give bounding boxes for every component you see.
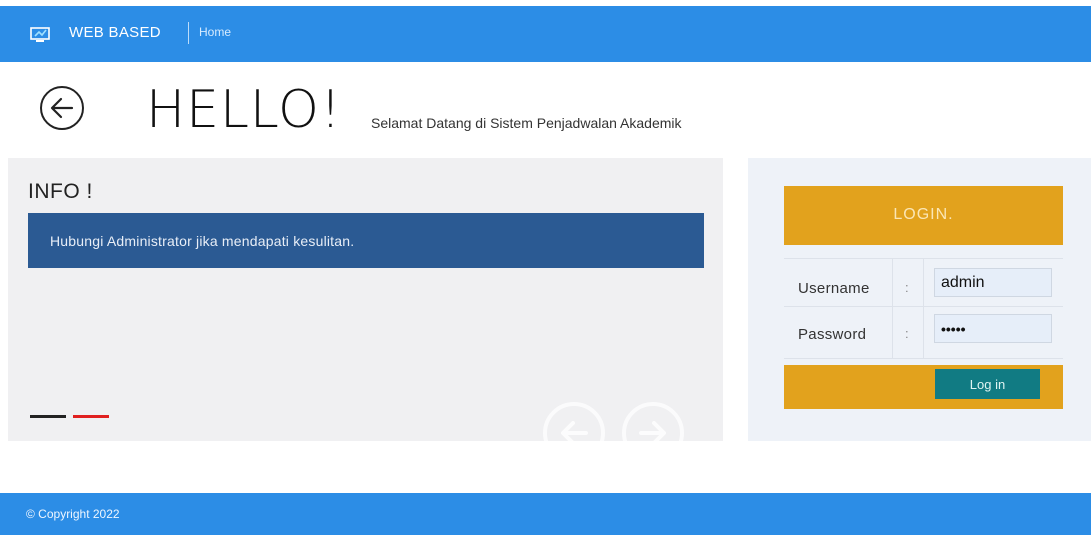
back-arrow-icon[interactable] — [40, 86, 84, 130]
login-button[interactable]: Log in — [935, 369, 1040, 399]
arrow-left-circle-icon[interactable] — [543, 402, 605, 464]
password-colon: : — [905, 326, 909, 341]
username-label: Username — [798, 280, 870, 297]
login-header: LOGIN. — [784, 186, 1063, 245]
password-label: Password — [798, 326, 867, 343]
info-title: INFO ! — [28, 180, 93, 203]
username-value: admin — [941, 274, 985, 291]
page-footer: © Copyright 2022 — [0, 493, 1091, 535]
info-panel: INFO ! Hubungi Administrator jika mendap… — [8, 158, 723, 464]
arrow-right-circle-icon[interactable] — [622, 402, 684, 464]
info-alert: Hubungi Administrator jika mendapati kes… — [28, 213, 704, 268]
col-divider — [892, 258, 893, 358]
nav-divider — [188, 22, 189, 44]
username-colon: : — [905, 280, 909, 295]
col-divider — [923, 258, 924, 358]
carousel-indicator-1[interactable] — [30, 415, 66, 418]
password-field[interactable]: ••••• — [934, 314, 1052, 343]
login-form: Username : admin Password : ••••• — [784, 258, 1063, 359]
page-title: HELLO! — [146, 80, 342, 140]
password-value: ••••• — [941, 321, 966, 337]
copyright-text: © Copyright 2022 — [26, 507, 120, 521]
login-panel: LOGIN. Username : admin Password : •••••… — [748, 158, 1091, 441]
username-field[interactable]: admin — [934, 268, 1052, 297]
row-divider — [784, 358, 1063, 359]
page-subtitle: Selamat Datang di Sistem Penjadwalan Aka… — [371, 115, 682, 131]
carousel-indicator-2[interactable] — [73, 415, 109, 418]
info-alert-text: Hubungi Administrator jika mendapati kes… — [50, 233, 355, 249]
top-navbar: WEB BASED Home — [0, 6, 1091, 62]
login-heading: LOGIN. — [893, 206, 954, 223]
monitor-icon — [30, 27, 50, 42]
nav-link-home[interactable]: Home — [199, 25, 231, 39]
brand-name[interactable]: WEB BASED — [69, 24, 161, 41]
login-footer-bar: Log in — [784, 365, 1063, 409]
